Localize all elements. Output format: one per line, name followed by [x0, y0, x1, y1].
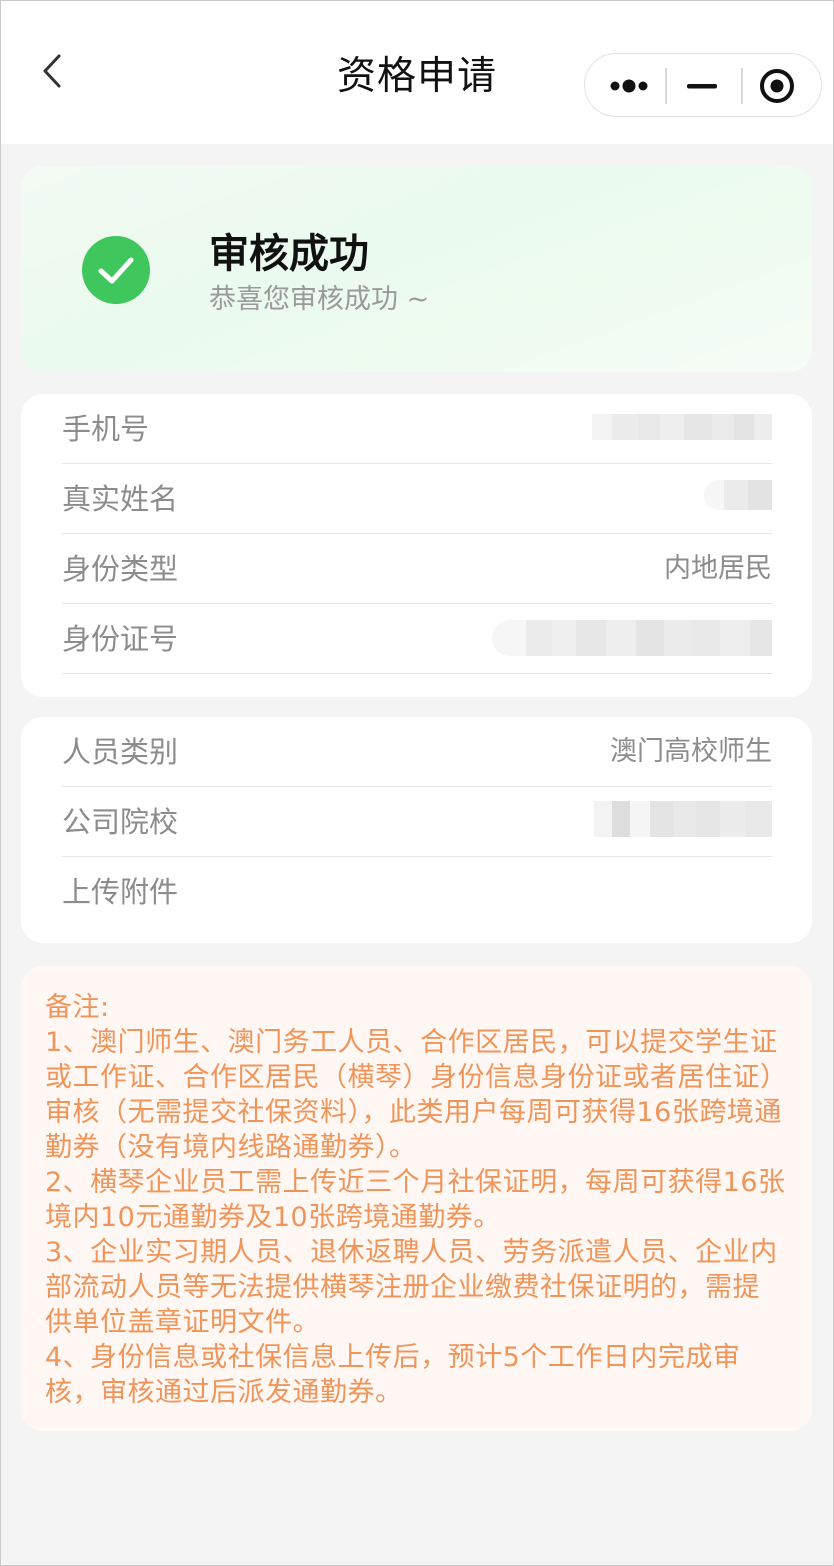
- capsule-divider: [665, 68, 667, 104]
- target-close-icon: [760, 69, 794, 103]
- personal-info-card: 手机号 真实姓名 身份类型 内地居民 身份证号: [21, 394, 812, 697]
- row-value: 澳门高校师生: [610, 736, 772, 767]
- close-button[interactable]: [753, 64, 801, 108]
- row-label: 上传附件: [62, 875, 179, 909]
- nav-header: 资格申请: [1, 1, 833, 144]
- note-item: 4、身份信息或社保信息上传后，预计5个工作日内完成审核，审核通过后派发通勤券。: [45, 1342, 741, 1408]
- row-value: 内地居民: [664, 553, 772, 584]
- row-label: 真实姓名: [62, 482, 179, 516]
- more-button[interactable]: [605, 66, 657, 106]
- minimize-icon: [687, 84, 717, 89]
- check-circle-icon: [81, 235, 151, 305]
- minimize-button[interactable]: [681, 66, 725, 106]
- identity-info-card: 人员类别 澳门高校师生 公司院校 上传附件: [21, 717, 812, 943]
- capsule-divider: [741, 68, 743, 104]
- info-row-category: 人员类别 澳门高校师生: [62, 717, 772, 787]
- info-row-name: 真实姓名: [62, 464, 772, 534]
- redacted-name-value: [704, 480, 772, 510]
- mini-program-capsule: [584, 53, 822, 117]
- row-label: 身份证号: [62, 622, 179, 656]
- note-item: 3、企业实习期人员、退休返聘人员、劳务派遣人员、企业内部流动人员等无法提供横琴注…: [45, 1237, 778, 1338]
- redacted-phone-value: [592, 414, 772, 440]
- info-row-id-type: 身份类型 内地居民: [62, 534, 772, 604]
- row-label: 身份类型: [62, 552, 179, 586]
- info-row-id-number: 身份证号: [62, 604, 772, 674]
- row-label: 手机号: [62, 412, 150, 446]
- notes-panel: 备注: 1、澳门师生、澳门务工人员、合作区居民，可以提交学生证或工作证、合作区居…: [21, 966, 812, 1431]
- row-label: 人员类别: [62, 735, 179, 769]
- info-row-phone: 手机号: [62, 394, 772, 464]
- redacted-school-value: [594, 801, 772, 837]
- app-frame: 资格申请 审核成功 恭喜您审核成功 ~ 手机号 真实姓名 身份类型 内地居民 身…: [0, 0, 834, 1566]
- redacted-id-value: [492, 620, 772, 656]
- more-dots-icon: [610, 79, 648, 93]
- info-row-school: 公司院校: [62, 787, 772, 857]
- info-row-attachment[interactable]: 上传附件: [62, 857, 772, 927]
- notes-title: 备注:: [45, 992, 110, 1023]
- row-label: 公司院校: [62, 805, 179, 839]
- status-card: 审核成功 恭喜您审核成功 ~: [21, 166, 812, 372]
- status-subtitle: 恭喜您审核成功 ~: [209, 284, 430, 315]
- note-item: 1、澳门师生、澳门务工人员、合作区居民，可以提交学生证或工作证、合作区居民（横琴…: [45, 1027, 782, 1163]
- note-item: 2、横琴企业员工需上传近三个月社保证明，每周可获得16张境内10元通勤券及10张…: [45, 1167, 786, 1233]
- status-title: 审核成功: [209, 231, 369, 277]
